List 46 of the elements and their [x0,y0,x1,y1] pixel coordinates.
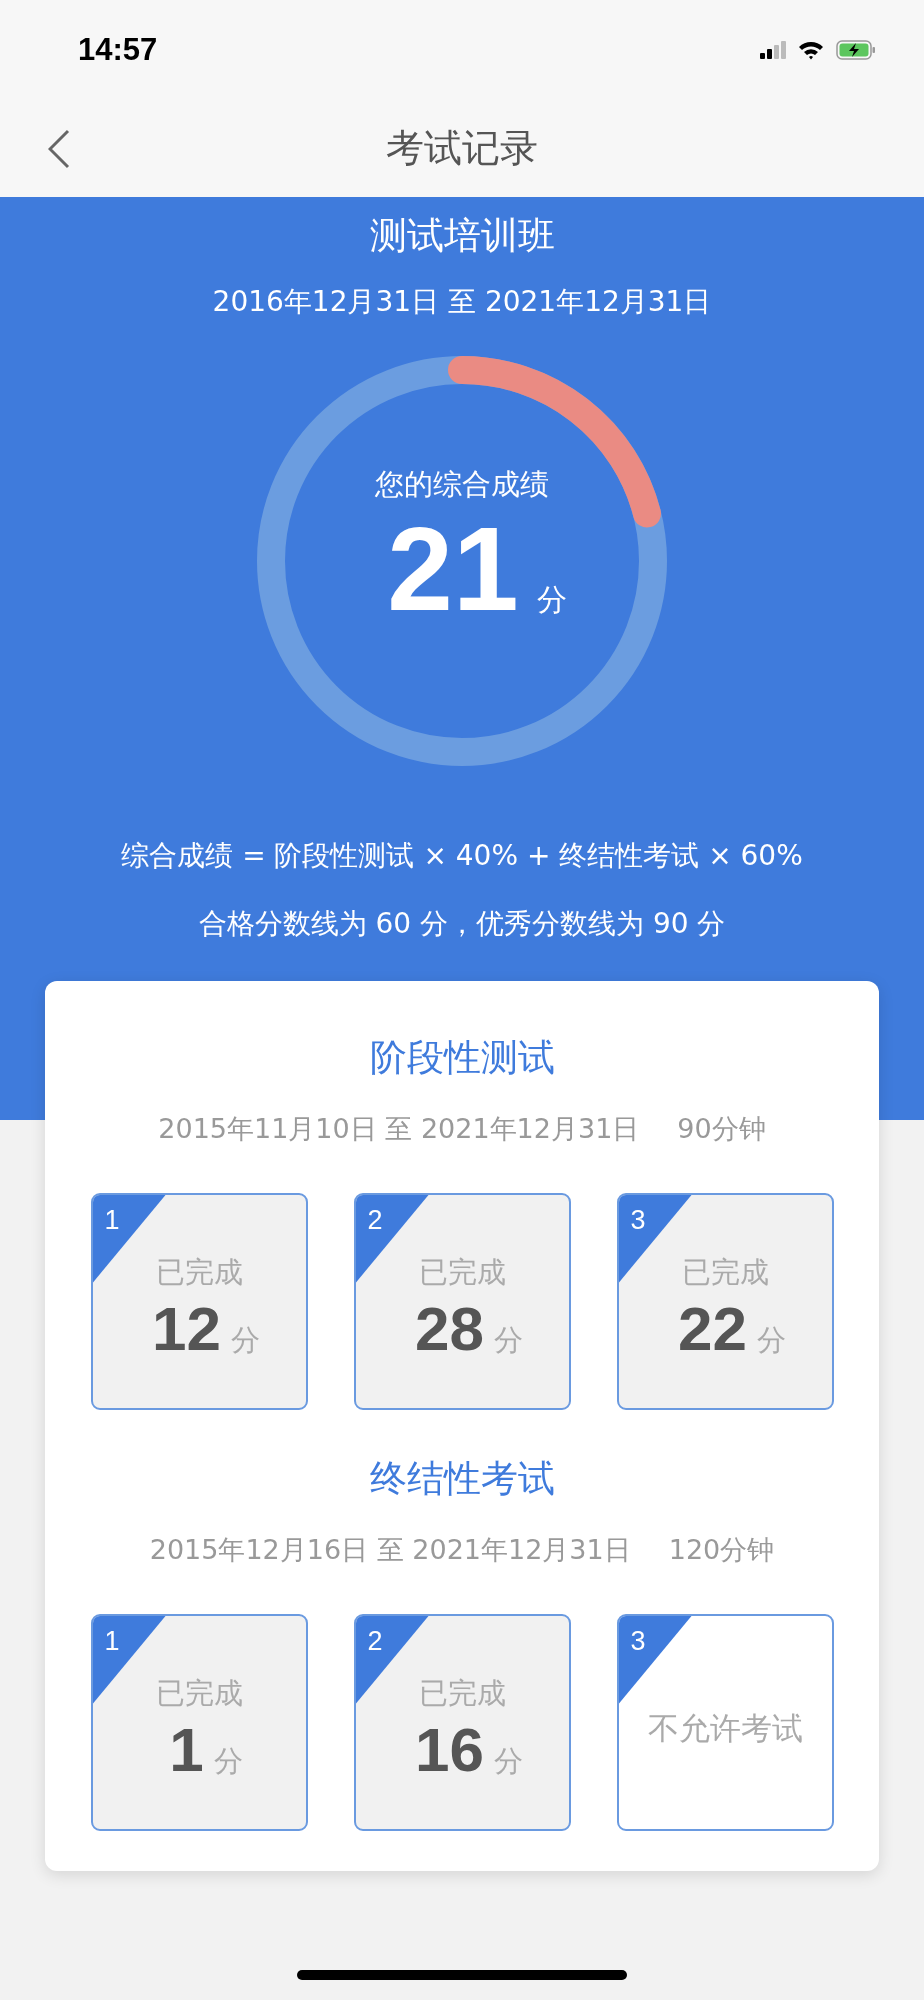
exam-score: 1 [169,1714,204,1785]
score-thresholds: 合格分数线为 60 分，优秀分数线为 90 分 [198,906,726,942]
score-unit: 分 [494,1322,523,1359]
section-duration: 90分钟 [677,1112,766,1146]
exam-number: 1 [104,1626,120,1657]
exam-status: 不允许考试 [647,1709,803,1748]
exam-tile[interactable]: 1 已完成 1 分 [90,1614,308,1831]
exam-number: 2 [367,1205,383,1236]
course-title: 测试培训班 [369,213,555,259]
exam-tile[interactable]: 2 已完成 28 分 [353,1193,571,1410]
score-unit: 分 [213,1743,243,1780]
exam-status: 已完成 [418,1675,506,1712]
score-value: 21 [387,505,519,635]
exam-status: 已完成 [681,1254,769,1291]
exam-tile[interactable]: 3 不允许考试 [616,1614,834,1831]
exam-score: 12 [152,1293,221,1364]
exam-score: 28 [415,1293,484,1364]
section-duration: 120分钟 [668,1533,775,1567]
section-title: 终结性考试 [369,1456,555,1502]
exam-number: 3 [630,1626,646,1657]
exam-tile[interactable]: 3 已完成 22 分 [616,1193,834,1410]
section-period: 2015年11月10日 至 2021年12月31日 [158,1112,640,1146]
exam-number: 1 [104,1205,120,1236]
exam-number: 3 [630,1205,646,1236]
section-period: 2015年12月16日 至 2021年12月31日 [149,1533,631,1567]
exam-tile[interactable]: 1 已完成 12 分 [90,1193,308,1410]
exam-number: 2 [367,1626,383,1657]
score-unit: 分 [494,1743,523,1780]
score-unit: 分 [231,1322,260,1359]
signal-icon [760,41,786,59]
score-label: 您的综合成绩 [375,466,549,503]
exam-status: 已完成 [418,1254,506,1291]
exam-tile[interactable]: 2 已完成 16 分 [353,1614,571,1831]
exam-score: 16 [415,1714,484,1785]
section-title: 阶段性测试 [369,1035,555,1081]
battery-charging-icon [836,40,876,60]
course-period: 2016年12月31日 至 2021年12月31日 [212,284,712,320]
wifi-icon [798,40,824,60]
score-unit: 分 [536,581,567,619]
score-formula: 综合成绩 = 阶段性测试 × 40% + 终结性考试 × 60% [121,838,803,874]
score-unit: 分 [757,1322,786,1359]
exam-status: 已完成 [155,1254,243,1291]
exam-status: 已完成 [155,1675,243,1712]
page-title: 考试记录 [386,125,538,172]
status-time: 14:57 [78,32,158,68]
exam-score: 22 [678,1293,747,1364]
